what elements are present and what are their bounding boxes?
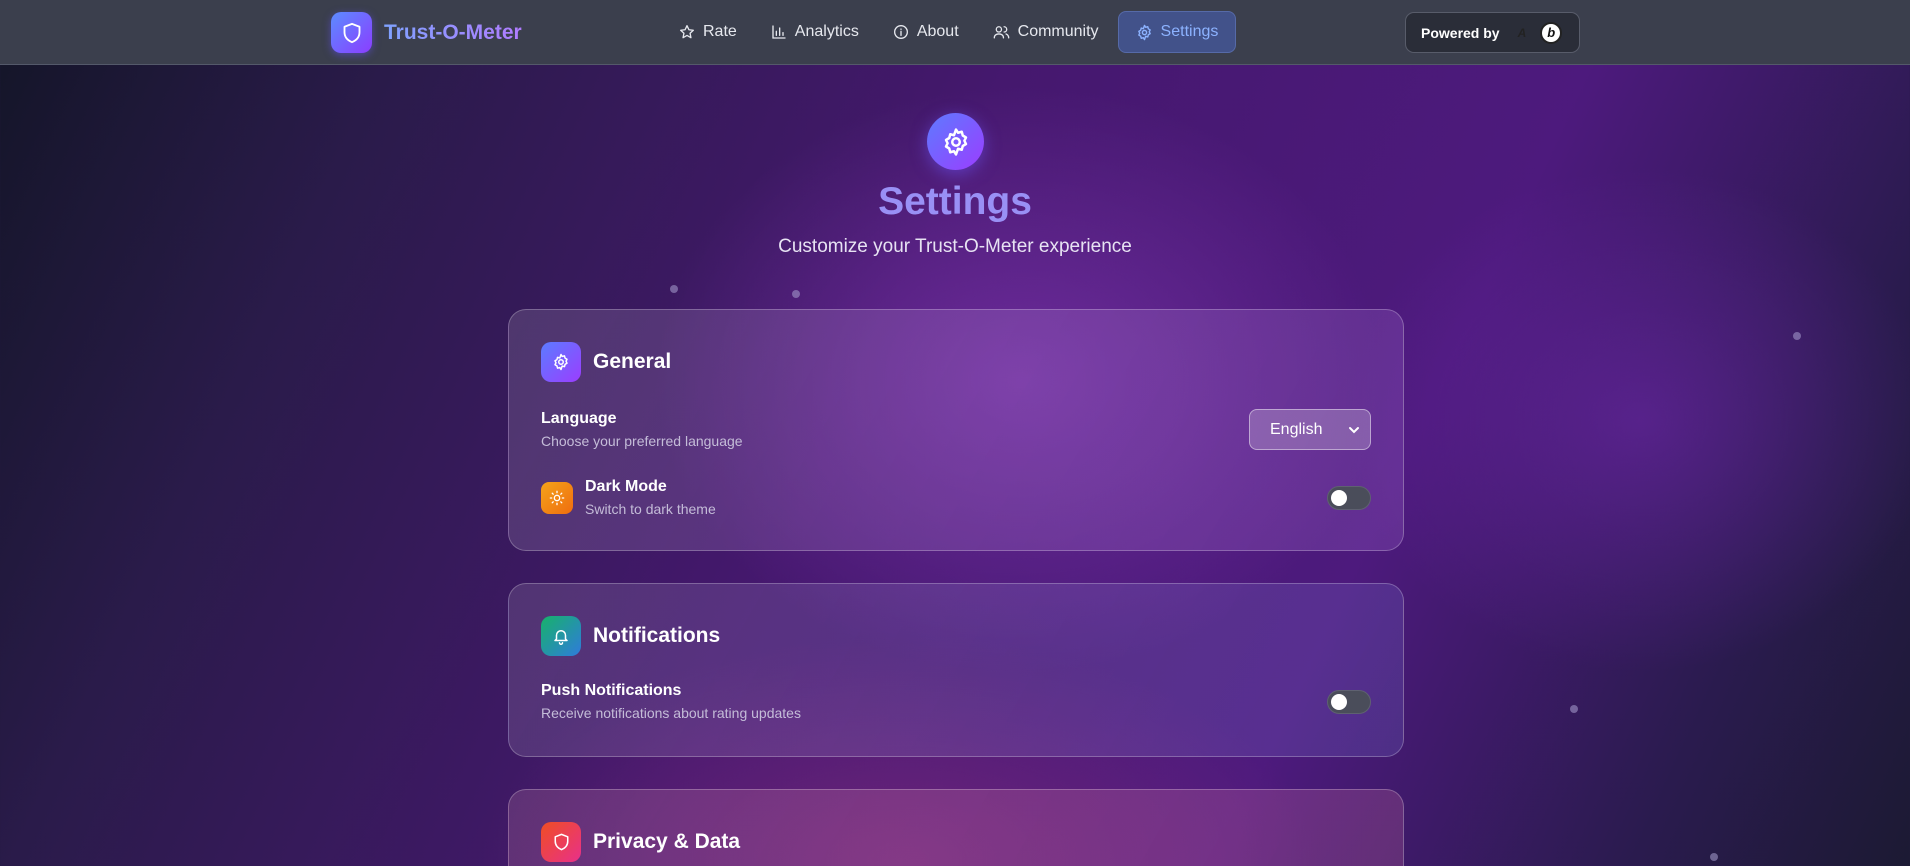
powered-by-label: Powered by	[1421, 24, 1500, 41]
decor-dot	[1793, 332, 1801, 340]
sun-icon	[541, 481, 573, 514]
shield-logo-icon	[331, 12, 372, 53]
push-notifications-row: Push Notifications Receive notifications…	[541, 682, 1371, 721]
page-title: Settings	[878, 180, 1032, 223]
brand-name: Trust-O-Meter	[384, 20, 522, 44]
chevron-down-icon	[1349, 427, 1359, 434]
push-notifications-desc: Receive notifications about rating updat…	[541, 705, 801, 721]
nav-analytics[interactable]: Analytics	[756, 11, 874, 53]
dark-mode-label: Dark Mode	[585, 478, 667, 495]
nav-about-label: About	[916, 23, 959, 40]
b-brand-logo: b	[1540, 21, 1563, 44]
main-nav: Rate Analytics About Community Settings	[664, 11, 1240, 53]
page-subtitle: Customize your Trust-O-Meter experience	[778, 236, 1132, 257]
bar-chart-icon	[772, 25, 786, 39]
language-label: Language	[541, 410, 617, 427]
push-notifications-toggle[interactable]	[1327, 690, 1371, 714]
bell-icon	[541, 616, 581, 656]
toggle-knob	[1331, 490, 1347, 506]
privacy-title: Privacy & Data	[593, 830, 741, 853]
gear-icon	[1137, 24, 1151, 40]
push-notifications-label: Push Notifications	[541, 682, 682, 699]
language-row: Language Choose your preferred language	[541, 410, 1371, 449]
general-section: General Language Choose your preferred l…	[508, 309, 1404, 551]
users-icon	[993, 26, 1009, 39]
brand[interactable]: Trust-O-Meter	[331, 12, 522, 53]
language-select[interactable]: English	[1249, 409, 1371, 450]
language-desc: Choose your preferred language	[541, 433, 743, 449]
privacy-section: Privacy & Data	[508, 789, 1404, 866]
nav-analytics-label: Analytics	[794, 23, 859, 40]
nav-about[interactable]: About	[878, 11, 974, 53]
decor-dot	[792, 290, 800, 298]
a-brand-mark: A	[1517, 25, 1527, 40]
dark-mode-desc: Switch to dark theme	[585, 501, 716, 517]
nav-settings[interactable]: Settings	[1117, 11, 1237, 53]
toggle-knob	[1331, 694, 1347, 710]
shield-icon	[541, 822, 581, 862]
powered-by-badge[interactable]: Powered by A b	[1405, 12, 1580, 53]
decor-dot	[1570, 705, 1578, 713]
settings-hero-gear-icon	[927, 113, 984, 170]
dark-mode-toggle[interactable]	[1327, 486, 1371, 510]
notifications-title: Notifications	[593, 624, 721, 647]
star-icon	[680, 25, 694, 39]
top-navbar: Trust-O-Meter Rate Analytics About Commu…	[0, 0, 1910, 65]
decor-dot	[670, 285, 678, 293]
decor-dot	[1710, 853, 1718, 861]
general-gear-icon	[541, 342, 581, 382]
general-title: General	[593, 350, 672, 373]
info-icon	[893, 25, 908, 39]
nav-rate-label: Rate	[703, 23, 737, 40]
nav-settings-label: Settings	[1160, 23, 1219, 40]
dark-mode-row: Dark Mode Switch to dark theme	[541, 478, 1371, 517]
nav-community[interactable]: Community	[978, 11, 1114, 53]
notifications-section: Notifications Push Notifications Receive…	[508, 583, 1404, 757]
nav-rate[interactable]: Rate	[664, 11, 752, 53]
nav-community-label: Community	[1017, 23, 1099, 40]
language-select-value: English	[1270, 420, 1323, 438]
